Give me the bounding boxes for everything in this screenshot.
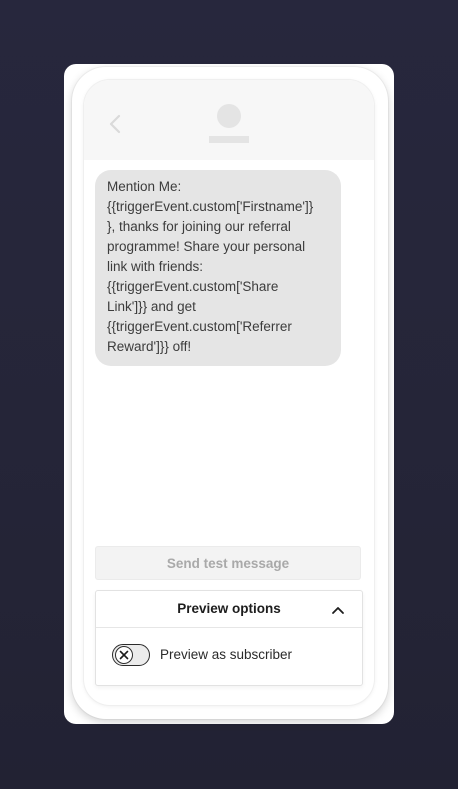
preview-as-subscriber-toggle[interactable] xyxy=(112,644,150,666)
phone-screen: Mention Me: {{triggerEvent.custom['First… xyxy=(84,80,374,705)
close-icon xyxy=(119,650,129,660)
preview-options-header[interactable]: Preview options xyxy=(96,591,362,628)
send-test-message-button[interactable]: Send test message xyxy=(95,546,361,580)
preview-subscriber-row: Preview as subscriber xyxy=(96,628,362,684)
chevron-up-icon[interactable] xyxy=(331,603,345,615)
phone-frame: Mention Me: {{triggerEvent.custom['First… xyxy=(72,67,388,719)
message-bubble: Mention Me: {{triggerEvent.custom['First… xyxy=(95,170,341,366)
chevron-left-icon[interactable] xyxy=(108,114,122,134)
toggle-knob xyxy=(115,646,133,664)
chat-header xyxy=(84,80,374,160)
preview-as-subscriber-label: Preview as subscriber xyxy=(160,647,293,662)
contact-avatar-icon xyxy=(208,104,250,144)
preview-options-title: Preview options xyxy=(177,601,281,616)
preview-options-panel: Preview options Preview as subscriber xyxy=(95,590,363,686)
